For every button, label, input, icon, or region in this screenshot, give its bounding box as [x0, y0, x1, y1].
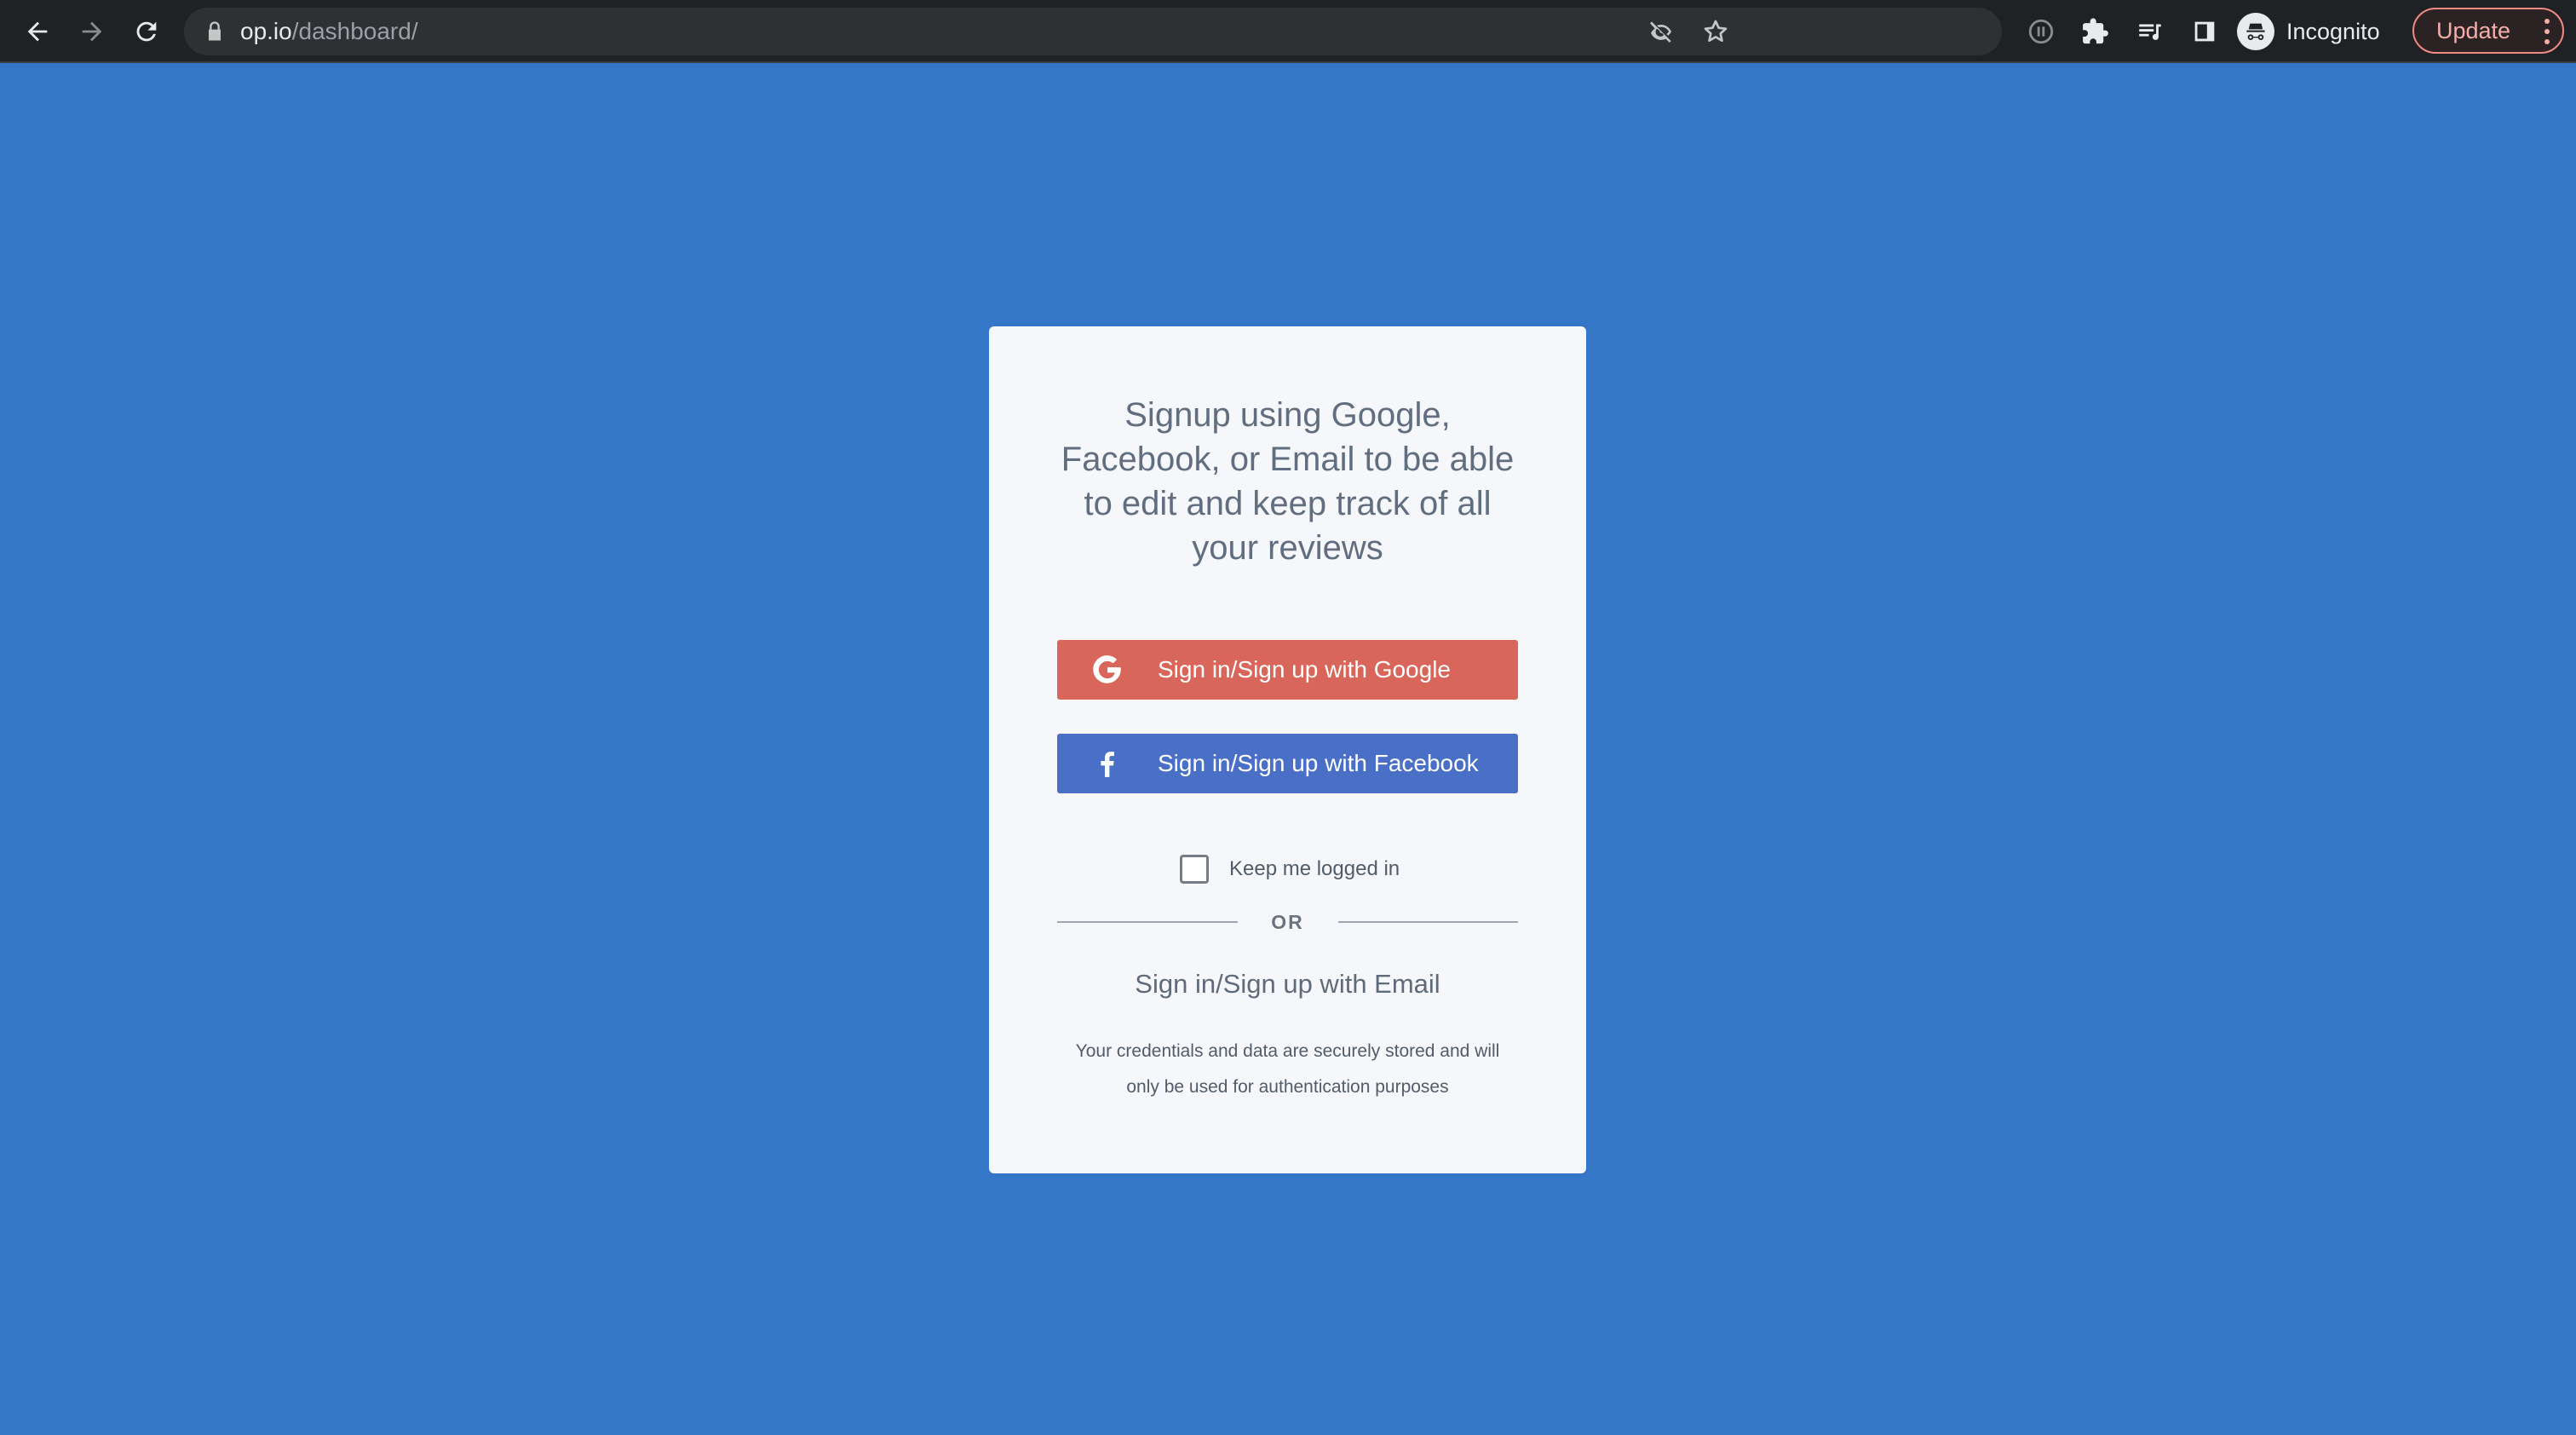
- url-host: op.io: [240, 18, 292, 44]
- google-signin-label: Sign in/Sign up with Google: [1158, 656, 1451, 683]
- keep-logged-in-label[interactable]: Keep me logged in: [1229, 857, 1400, 881]
- update-label: Update: [2436, 17, 2511, 43]
- google-icon: [1057, 654, 1158, 686]
- browser-toolbar: op.io/dashboard/ Incognito Update: [0, 0, 2576, 63]
- signup-headline: Signup using Google, Facebook, or Email …: [1061, 396, 1515, 567]
- facebook-icon: [1057, 747, 1158, 780]
- security-disclaimer: Your credentials and data are securely s…: [1075, 1041, 1500, 1097]
- reading-list-icon[interactable]: [2130, 11, 2171, 52]
- address-bar[interactable]: op.io/dashboard/: [184, 8, 2002, 55]
- eye-off-icon[interactable]: [1641, 11, 1682, 52]
- url-path: /dashboard/: [291, 18, 418, 44]
- facebook-signin-button[interactable]: Sign in/Sign up with Facebook: [1057, 734, 1518, 793]
- google-signin-button[interactable]: Sign in/Sign up with Google: [1057, 640, 1518, 700]
- lock-icon[interactable]: [203, 20, 227, 43]
- side-panel-icon[interactable]: [2184, 11, 2225, 52]
- update-button[interactable]: Update: [2412, 8, 2564, 54]
- signup-card: Signup using Google, Facebook, or Email …: [989, 326, 1586, 1173]
- facebook-signin-label: Sign in/Sign up with Facebook: [1158, 750, 1479, 776]
- divider-line-left: [1057, 921, 1238, 923]
- email-signin-link[interactable]: Sign in/Sign up with Email: [1057, 969, 1518, 1000]
- pause-icon[interactable]: [2021, 11, 2061, 52]
- url-text[interactable]: op.io/dashboard/: [240, 8, 418, 55]
- forward-icon[interactable]: [72, 11, 112, 52]
- star-icon[interactable]: [1695, 11, 1736, 52]
- reload-icon[interactable]: [126, 11, 167, 52]
- or-label: OR: [1271, 910, 1304, 933]
- divider-line-right: [1337, 921, 1518, 923]
- puzzle-icon[interactable]: [2075, 11, 2116, 52]
- incognito-icon: [2237, 13, 2274, 50]
- keep-logged-in-checkbox[interactable]: [1180, 855, 1209, 884]
- or-divider: OR: [1057, 908, 1518, 936]
- keep-logged-in-row[interactable]: Keep me logged in: [1180, 852, 1400, 886]
- back-icon[interactable]: [17, 11, 58, 52]
- more-vert-icon[interactable]: [2544, 18, 2550, 45]
- profile-label: Incognito: [2286, 18, 2380, 44]
- profile-button[interactable]: Incognito: [2237, 9, 2380, 54]
